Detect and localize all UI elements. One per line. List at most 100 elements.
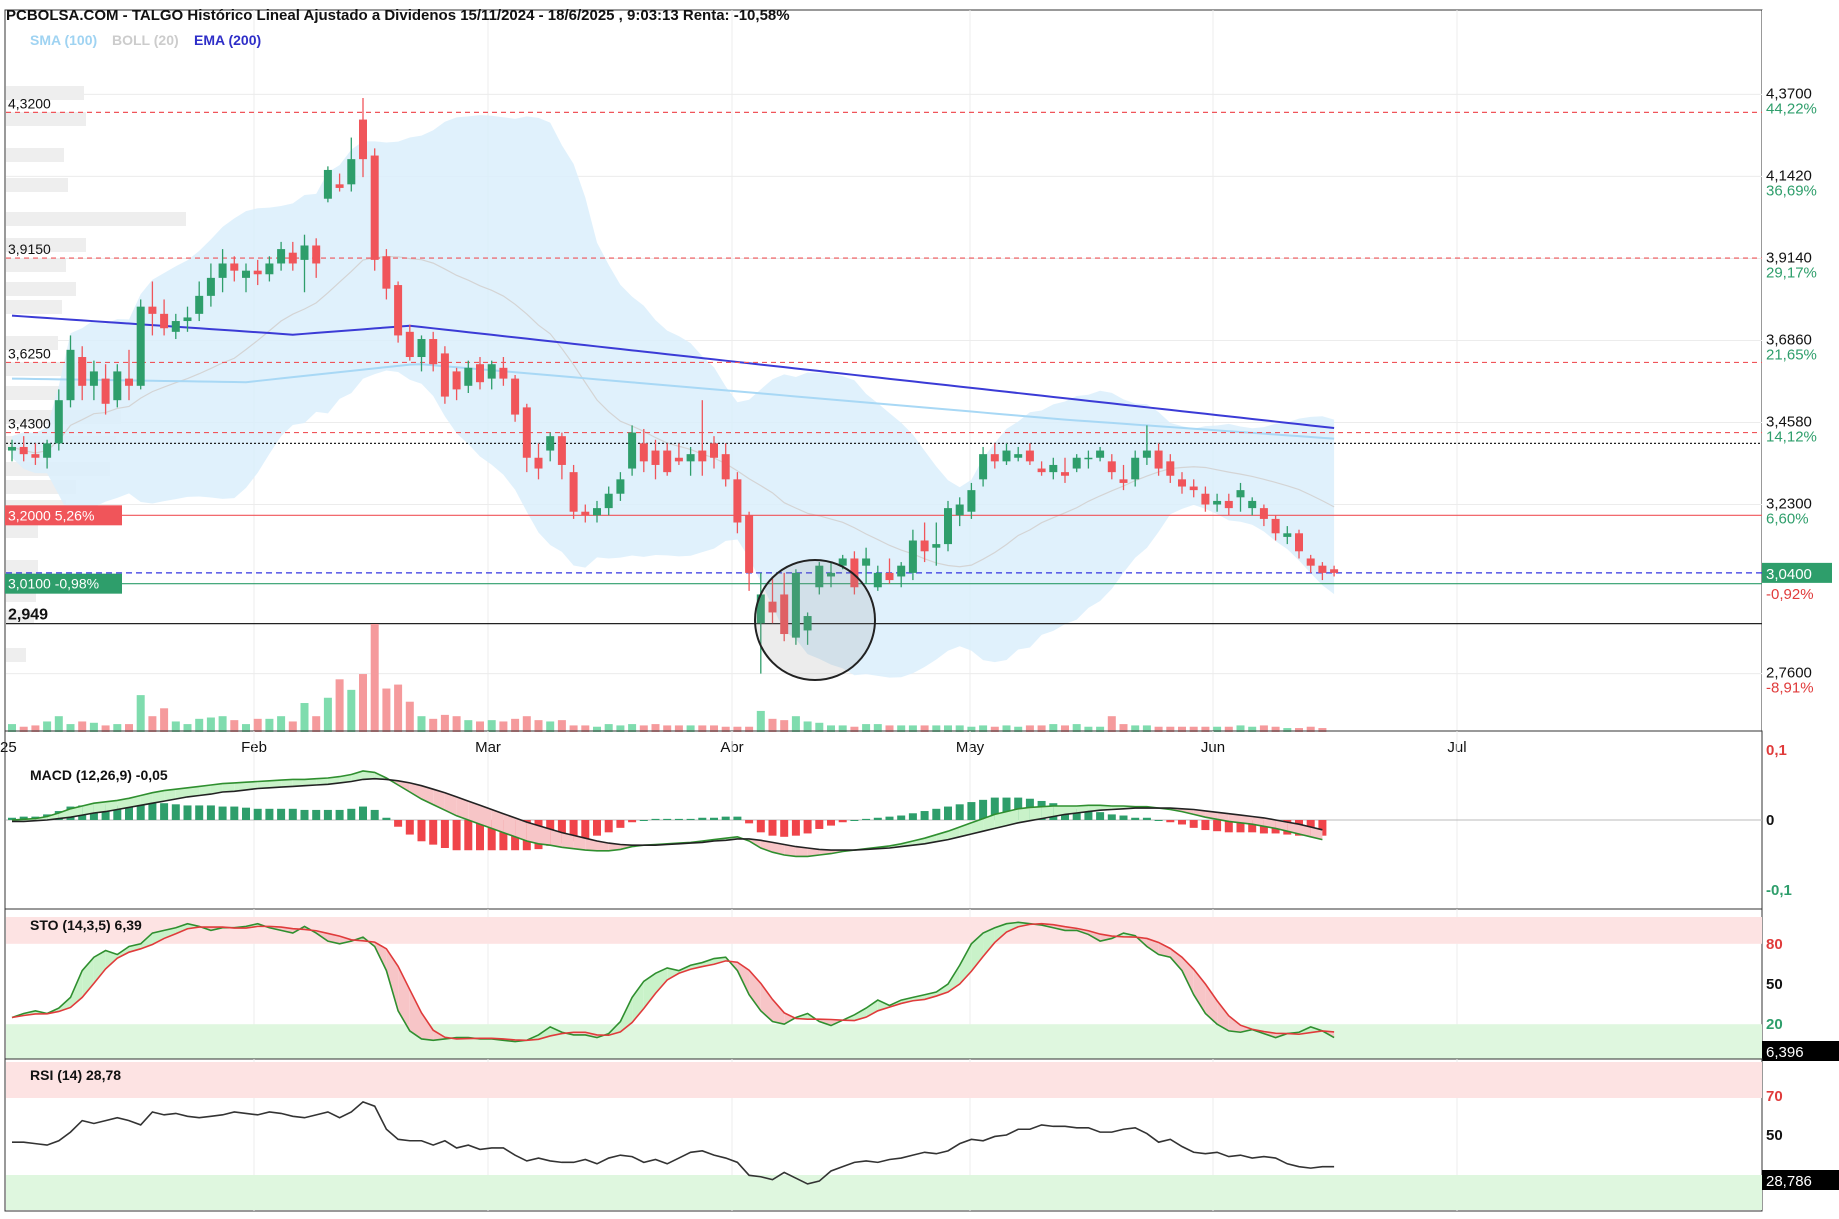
macd-histogram-bar <box>932 808 941 820</box>
candle-body <box>405 331 414 358</box>
candle-body <box>522 407 531 458</box>
candle-body <box>335 184 344 188</box>
volume-bar <box>265 718 274 732</box>
level-label: 4,3200 <box>8 95 51 111</box>
macd-histogram-bar <box>312 809 321 820</box>
candle-body <box>604 493 613 509</box>
candle-body <box>43 443 52 458</box>
candle-body <box>698 450 707 462</box>
candle-body <box>1166 461 1175 476</box>
macd-histogram-bar <box>803 820 812 834</box>
candle-body <box>1283 533 1292 537</box>
volume-bar <box>464 720 473 732</box>
macd-histogram-bar <box>277 808 286 820</box>
candle-body <box>8 446 16 451</box>
volume-bar <box>335 679 344 732</box>
candle-body <box>1014 454 1023 458</box>
macd-histogram-bar <box>242 807 250 820</box>
candle-body <box>452 371 461 390</box>
candle-body <box>990 454 999 462</box>
volume-bar <box>312 716 321 732</box>
volume-bar <box>277 716 286 732</box>
candle-body <box>253 270 262 275</box>
macd-histogram-bar <box>335 809 344 820</box>
volume-bar <box>148 716 157 732</box>
sto-current-label: 6,396 <box>1766 1044 1804 1061</box>
candle-body <box>710 443 718 458</box>
macd-histogram-bar <box>885 816 894 820</box>
candle-body <box>663 450 672 473</box>
candle-body <box>1002 450 1011 462</box>
macd-histogram-bar <box>405 820 414 835</box>
candle-body <box>1306 558 1315 566</box>
candle-body <box>464 367 473 386</box>
macd-histogram-bar <box>195 805 204 820</box>
candle-body <box>265 263 274 275</box>
macd-histogram-bar <box>838 820 847 823</box>
current-price-pct: -0,92% <box>1766 586 1814 603</box>
candle-body <box>218 263 227 278</box>
candle-body <box>300 245 309 260</box>
volume-bar <box>417 716 426 732</box>
right-axis-pct: -8,91% <box>1766 680 1814 697</box>
rsi-title: RSI (14) 28,78 <box>30 1067 121 1083</box>
candle-body <box>183 317 192 322</box>
volume-profile-bar <box>6 178 68 192</box>
candle-body <box>1318 565 1327 573</box>
candle-body <box>745 515 754 573</box>
candle-body <box>370 155 379 260</box>
volume-bar <box>429 718 438 732</box>
volume-bar <box>382 688 391 732</box>
candle-body <box>499 367 508 379</box>
macd-histogram-bar <box>1096 812 1105 820</box>
volume-bar <box>394 684 403 732</box>
volume-profile-bar <box>6 282 76 296</box>
candle-body <box>873 572 882 588</box>
candle-body <box>979 454 988 480</box>
candle-body <box>721 454 730 480</box>
macd-histogram-bar <box>171 804 180 820</box>
volume-profile-bar <box>6 648 26 662</box>
candle-body <box>885 572 894 581</box>
macd-histogram-bar <box>768 820 777 836</box>
volume-bar <box>370 624 379 732</box>
volume-profile-bar <box>6 148 64 162</box>
stop-label: 3,0100 -0,98% <box>8 576 99 592</box>
volume-bar <box>171 721 180 732</box>
macd-histogram-bar <box>347 808 356 820</box>
candle-body <box>511 378 520 415</box>
volume-bar <box>78 721 87 732</box>
volume-bar <box>206 717 215 732</box>
volume-bar <box>440 714 449 732</box>
candle-body <box>125 378 133 386</box>
macd-histogram-bar <box>206 805 215 820</box>
macd-histogram-bar <box>1201 820 1210 831</box>
macd-tick: 0 <box>1766 812 1774 829</box>
macd-histogram-bar <box>944 806 952 820</box>
candle-body <box>66 349 75 401</box>
macd-tick: -0,1 <box>1766 882 1792 899</box>
volume-bar <box>557 720 566 732</box>
candle-body <box>394 285 403 336</box>
candle-body <box>616 479 625 494</box>
candle-body <box>54 400 63 444</box>
candle-body <box>1178 479 1186 487</box>
candle-body <box>359 119 367 160</box>
volume-bar <box>499 721 508 732</box>
macd-histogram-bar <box>1119 815 1128 820</box>
candle-body <box>1049 464 1058 473</box>
macd-histogram-bar <box>651 818 660 820</box>
candle-body <box>136 306 145 386</box>
month-label-fragment: 25 <box>0 739 17 756</box>
level-label: 3,6250 <box>8 345 51 361</box>
candle-body <box>955 504 964 516</box>
candle-body <box>113 371 122 401</box>
macd-histogram-bar <box>873 817 882 820</box>
macd-histogram-bar <box>967 802 976 820</box>
candle-body <box>429 339 438 365</box>
sto-tick: 80 <box>1766 936 1783 953</box>
macd-histogram-bar <box>628 820 637 823</box>
sto-title: STO (14,3,5) 6,39 <box>30 917 142 933</box>
macd-histogram-bar <box>827 820 835 826</box>
macd-histogram-bar <box>323 809 332 820</box>
